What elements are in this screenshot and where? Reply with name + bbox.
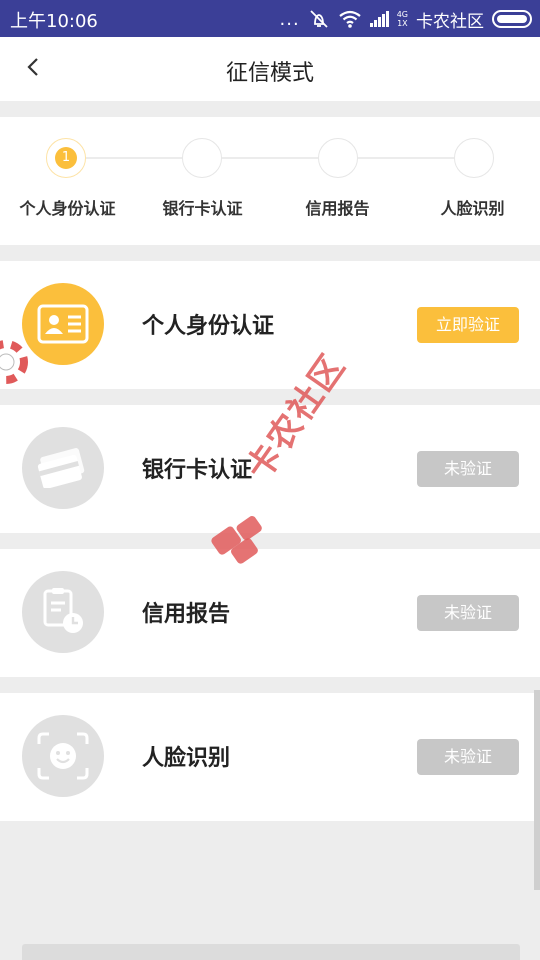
signal-icon: [369, 11, 389, 27]
step-indicator: 1 个人身份认证 银行卡认证 信用报告 人脸识别: [0, 117, 540, 245]
step-2-circle: [182, 138, 222, 178]
status-bar: 上午10:06 ... 4G 1X 卡农社区: [0, 0, 540, 37]
credit-report-card[interactable]: 信用报告 未验证: [0, 549, 540, 677]
nav-bar: 征信模式: [0, 37, 540, 101]
bottom-panel-edge: [22, 944, 520, 960]
mute-icon: [310, 10, 328, 28]
step-3-circle: [318, 138, 358, 178]
credit-report-title: 信用报告: [142, 602, 231, 627]
face-scan-icon: [22, 715, 104, 797]
face-recognition-card[interactable]: 人脸识别 未验证: [0, 693, 540, 821]
wifi-icon: [339, 10, 361, 28]
lifebuoy-icon[interactable]: [0, 336, 30, 388]
step-1-circle: 1: [46, 138, 86, 178]
status-carrier: 卡农社区: [416, 11, 484, 32]
face-recognition-status-button[interactable]: 未验证: [417, 739, 519, 775]
step-4-label: 人脸识别: [440, 199, 505, 218]
step-connector: [222, 157, 318, 159]
network-type: 4G 1X: [396, 10, 408, 28]
face-recognition-title: 人脸识别: [142, 746, 231, 771]
step-2-label: 银行卡认证: [162, 199, 243, 218]
bank-card-status-button[interactable]: 未验证: [417, 451, 519, 487]
more-dots-icon: ...: [279, 8, 300, 30]
step-connector: [86, 157, 182, 159]
page-title: 征信模式: [225, 61, 314, 86]
identity-verify-card[interactable]: 个人身份认证 立即验证: [0, 261, 540, 389]
step-1-number: 1: [55, 147, 77, 169]
credit-report-status-button[interactable]: 未验证: [417, 595, 519, 631]
step-3-label: 信用报告: [305, 199, 370, 218]
identity-verify-title: 个人身份认证: [142, 314, 275, 339]
id-card-icon: [22, 283, 104, 365]
step-1-label: 个人身份认证: [19, 199, 116, 218]
bank-card-icon: [22, 427, 104, 509]
scrollbar[interactable]: [534, 690, 540, 890]
status-time: 上午10:06: [10, 11, 98, 32]
credit-report-icon: [22, 571, 104, 653]
battery-icon: [492, 10, 532, 28]
verify-now-button[interactable]: 立即验证: [417, 307, 519, 343]
step-connector: [358, 157, 454, 159]
step-4-circle: [454, 138, 494, 178]
